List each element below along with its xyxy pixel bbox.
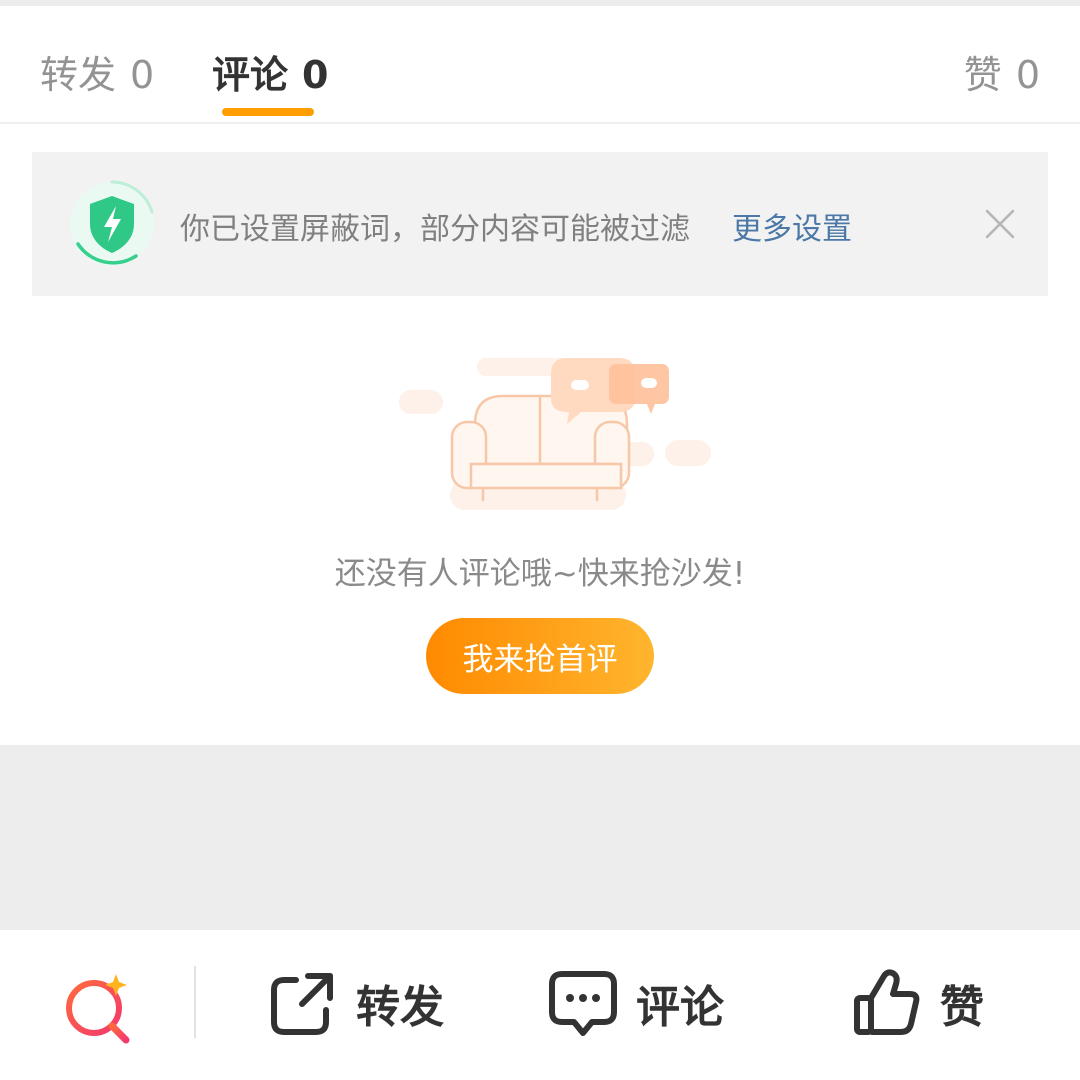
gray-background-area <box>0 745 1080 930</box>
tab-comment[interactable]: 评论 0 <box>212 44 328 99</box>
bottom-action-bar: 转发 评论 赞 <box>0 930 1080 1080</box>
tab-like-count: 0 <box>1015 53 1040 97</box>
comment-label: 评论 <box>636 982 724 1033</box>
notice-text: 你已设置屏蔽词，部分内容可能被过滤 <box>180 212 690 247</box>
bar-divider <box>194 966 196 1038</box>
search-sparkle-icon[interactable] <box>60 970 136 1046</box>
first-comment-button[interactable]: 我来抢首评 <box>426 618 654 694</box>
comment-bubble-icon <box>549 971 617 1036</box>
comment-button[interactable]: 评论 <box>548 968 724 1038</box>
thumbs-up-icon <box>854 969 920 1035</box>
tab-comment-label: 评论 <box>212 53 289 97</box>
tab-bar: 转发 0 评论 0 赞0 <box>0 6 1080 124</box>
more-settings-link[interactable]: 更多设置 <box>732 204 852 248</box>
filter-notice: 你已设置屏蔽词，部分内容可能被过滤 更多设置 <box>32 152 1048 296</box>
repost-label: 转发 <box>356 982 444 1033</box>
share-icon <box>271 973 333 1035</box>
tab-like-label: 赞 <box>963 53 1002 97</box>
sofa-illustration <box>399 358 711 510</box>
tab-repost-count: 0 <box>130 53 155 97</box>
tab-comment-count: 0 <box>302 53 329 97</box>
like-label: 赞 <box>940 982 984 1033</box>
like-button[interactable]: 赞 <box>852 968 984 1038</box>
tab-repost-label: 转发 <box>40 53 117 97</box>
empty-message: 还没有人评论哦~快来抢沙发! <box>334 556 746 592</box>
repost-button[interactable]: 转发 <box>268 968 444 1038</box>
active-tab-indicator <box>222 108 314 116</box>
tab-like[interactable]: 赞0 <box>964 44 1040 99</box>
tab-repost[interactable]: 转发 0 <box>40 44 154 99</box>
shield-lightning-icon <box>70 180 154 266</box>
close-icon[interactable] <box>984 208 1016 240</box>
